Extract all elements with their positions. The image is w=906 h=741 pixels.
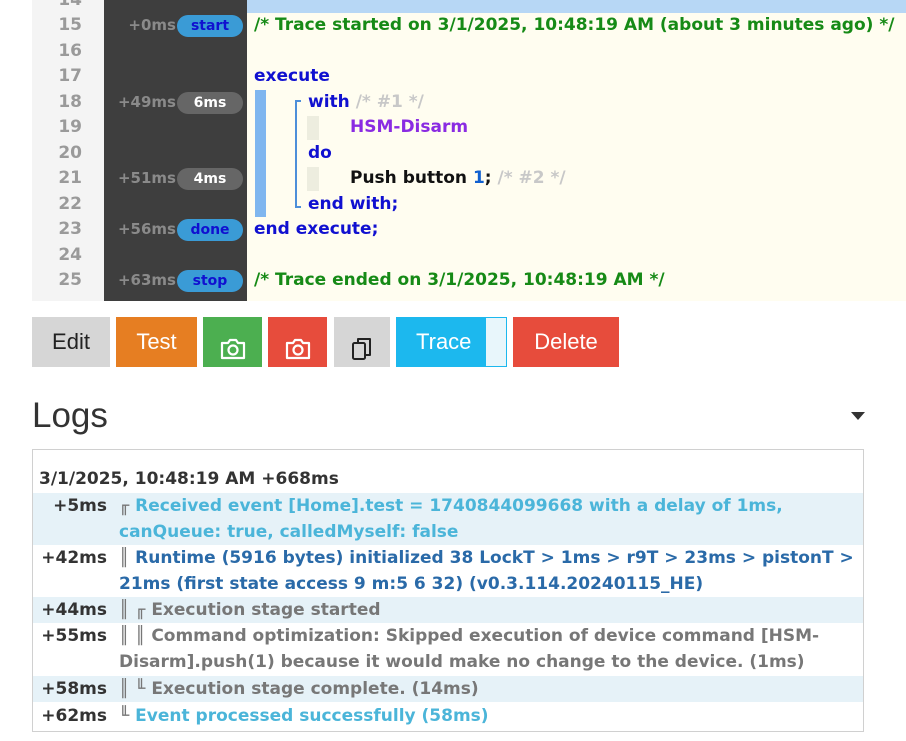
log-text: Event processed successfully (58ms): [135, 706, 489, 726]
code-keyword-do: do: [308, 143, 332, 163]
camera-icon: [268, 338, 327, 360]
trace-row: +56ms done: [104, 217, 247, 243]
line-number: 22: [58, 194, 82, 214]
indent-marker: [307, 116, 319, 140]
code-keyword-end-execute: end execute;: [254, 219, 379, 239]
log-time: +42ms: [41, 548, 107, 568]
log-time: +58ms: [41, 679, 107, 699]
log-entry: +55ms ║ ║ Command optimization: Skipped …: [33, 623, 863, 675]
snapshot-green-button[interactable]: [203, 317, 262, 367]
code-keyword-end-with: end with;: [308, 194, 399, 214]
code-line-push: Push button 1; /* #2 */: [350, 166, 566, 192]
trace-time: +56ms: [117, 220, 176, 238]
delete-button[interactable]: Delete: [513, 317, 619, 367]
code-keyword-with: with: [308, 92, 350, 112]
code-comment: /* #1 */: [355, 92, 424, 112]
log-time: +5ms: [53, 496, 107, 516]
trace-badge-start: start: [177, 15, 243, 37]
code-number: 1: [472, 168, 485, 188]
code-command: Push button: [350, 168, 468, 188]
piston-toolbar: Edit Test Trace Delete: [32, 317, 632, 367]
log-tree-prefix: ╓: [119, 496, 130, 516]
copy-icon: [334, 336, 390, 362]
trace-toggle-button[interactable]: Trace: [396, 317, 507, 367]
log-entry: +44ms ║ ╓ Execution stage started: [33, 597, 863, 623]
line-number: 16: [58, 41, 82, 61]
code-line-with: with /* #1 */: [308, 90, 424, 116]
trace-badge-duration: 6ms: [177, 92, 243, 114]
log-message: ║ ╙ Execution stage complete. (14ms): [119, 676, 859, 702]
log-text: Execution stage started: [151, 600, 381, 620]
log-message: ╙ Event processed successfully (58ms): [119, 703, 859, 729]
log-message: ╓ Received event [Home].test = 174084409…: [119, 493, 859, 545]
trace-badge-duration: 4ms: [177, 168, 243, 190]
log-entry: +58ms ║ ╙ Execution stage complete. (14m…: [33, 676, 863, 702]
code-comment-trace-started: /* Trace started on 3/1/2025, 10:48:19 A…: [254, 15, 895, 35]
log-time: +55ms: [41, 626, 107, 646]
execution-bar: [255, 90, 266, 217]
line-number: 15: [58, 15, 82, 35]
log-tree-prefix: ║ ╓: [119, 600, 146, 620]
log-text: Execution stage complete. (14ms): [151, 679, 479, 699]
line-number: 19: [58, 117, 82, 137]
log-time: +62ms: [41, 706, 107, 726]
logs-collapse-caret-icon[interactable]: [851, 412, 865, 420]
trace-badge-done: done: [177, 219, 243, 241]
log-entry: +62ms ╙ Event processed successfully (58…: [33, 703, 863, 729]
trace-row: +63ms stop: [104, 268, 247, 294]
log-message: ║ ╓ Execution stage started: [119, 597, 859, 623]
log-entry: +42ms ║ Runtime (5916 bytes) initialized…: [33, 545, 863, 597]
log-tree-prefix: ║ ╙: [119, 679, 146, 699]
trace-label: Trace: [416, 329, 472, 354]
code-comment-trace-ended: /* Trace ended on 3/1/2025, 10:48:19 AM …: [254, 270, 665, 290]
log-message: ║ ║ Command optimization: Skipped execut…: [119, 623, 859, 675]
trace-row: +51ms 4ms: [104, 166, 247, 192]
log-time: +44ms: [41, 600, 107, 620]
log-tree-prefix: ║: [119, 548, 130, 568]
trace-timing-column: +0ms start +49ms 6ms +51ms 4ms +56ms don…: [104, 0, 247, 301]
trace-time: +49ms: [117, 93, 176, 111]
code-keyword-execute: execute: [254, 66, 330, 86]
code-comment: /* #2 */: [497, 168, 566, 188]
log-message: ║ Runtime (5916 bytes) initialized 38 Lo…: [119, 545, 859, 597]
trace-row: +49ms 6ms: [104, 90, 247, 116]
line-number: 24: [58, 245, 82, 265]
line-number: 21: [58, 168, 82, 188]
line-number: 14: [58, 0, 82, 10]
log-text: Runtime (5916 bytes) initialized 38 Lock…: [119, 548, 860, 594]
line-number: 20: [58, 143, 82, 163]
code-area: /* Trace started on 3/1/2025, 10:48:19 A…: [247, 0, 906, 301]
line-number: 17: [58, 66, 82, 86]
log-tree-prefix: ║ ║: [119, 626, 146, 646]
logs-panel: 3/1/2025, 10:48:19 AM +668ms +5ms ╓ Rece…: [32, 449, 864, 732]
code-semicolon: ;: [484, 168, 492, 188]
log-timestamp-header: 3/1/2025, 10:48:19 AM +668ms: [39, 469, 339, 489]
indent-marker: [307, 167, 319, 191]
line-number: 25: [58, 270, 82, 290]
trace-row: +0ms start: [104, 13, 247, 39]
highlighted-line: [247, 0, 906, 13]
camera-icon: [203, 338, 262, 360]
trace-time: +51ms: [117, 169, 176, 187]
line-number: 23: [58, 219, 82, 239]
test-button[interactable]: Test: [116, 317, 197, 367]
line-number-gutter: 14 15 16 17 18 19 20 21 22 23 24 25: [32, 0, 104, 301]
log-text: Command optimization: Skipped execution …: [119, 626, 820, 672]
log-tree-prefix: ╙: [119, 706, 130, 726]
edit-button[interactable]: Edit: [32, 317, 110, 367]
trace-time: +0ms: [128, 16, 176, 34]
snapshot-red-button[interactable]: [268, 317, 327, 367]
trace-badge-stop: stop: [177, 270, 243, 292]
trace-time: +63ms: [117, 271, 176, 289]
with-block-bracket: [295, 100, 301, 208]
line-number: 18: [58, 92, 82, 112]
duplicate-button[interactable]: [334, 317, 390, 367]
trace-toggle-indicator: [486, 318, 506, 366]
code-editor: 14 15 16 17 18 19 20 21 22 23 24 25 +0ms…: [32, 0, 906, 301]
code-device-name: HSM-Disarm: [350, 117, 469, 137]
log-entry: +5ms ╓ Received event [Home].test = 1740…: [33, 493, 863, 545]
logs-heading: Logs: [32, 396, 108, 435]
log-text: Received event [Home].test = 17408440996…: [119, 496, 789, 542]
